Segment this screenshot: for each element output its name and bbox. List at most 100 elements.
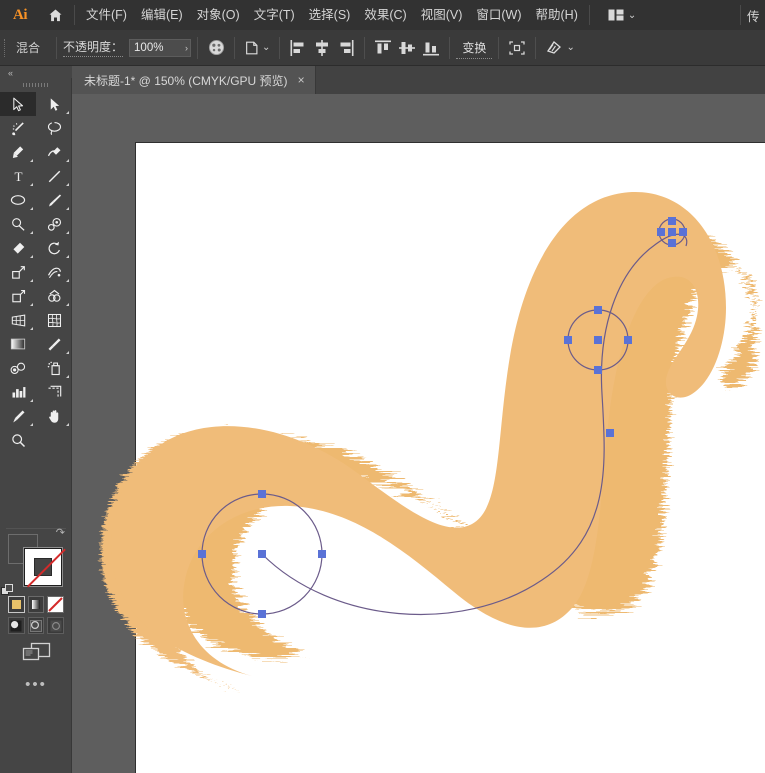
gradient-swatch-inner	[32, 600, 41, 609]
menu-view[interactable]: 视图(V)	[414, 0, 470, 30]
anchor-point	[624, 336, 632, 344]
none-swatch[interactable]	[47, 596, 64, 613]
control-divider-2	[197, 37, 198, 59]
align-vertical-center-button[interactable]	[395, 35, 419, 61]
opacity-dropdown-icon[interactable]: ›	[185, 43, 188, 53]
anchor-point	[668, 217, 676, 225]
align-bottom-button[interactable]	[419, 35, 443, 61]
tool-perspective-grid[interactable]	[0, 308, 36, 332]
document-setup-button[interactable]: ⌄	[241, 35, 273, 61]
gradient-swatch[interactable]	[28, 596, 45, 613]
tool-symbol-sprayer[interactable]	[36, 356, 72, 380]
document-tab[interactable]: 未标题-1* @ 150% (CMYK/GPU 预览) ×	[72, 66, 316, 94]
tool-gradient[interactable]	[0, 332, 36, 356]
tool-mesh[interactable]	[36, 308, 72, 332]
menu-effect[interactable]: 效果(C)	[357, 0, 413, 30]
align-left-icon	[289, 39, 307, 57]
align-left-button[interactable]	[286, 35, 310, 61]
tool-ellipse[interactable]	[0, 188, 36, 212]
tool-rotate[interactable]	[36, 236, 72, 260]
ellipse-icon	[10, 193, 26, 207]
tool-pen[interactable]	[0, 140, 36, 164]
tool-blob-brush[interactable]	[36, 212, 72, 236]
canvas-area[interactable]	[72, 94, 765, 773]
tool-flyout-corner-icon	[66, 207, 69, 210]
tool-flyout-corner-icon	[66, 423, 69, 426]
tool-type[interactable]: T	[0, 164, 36, 188]
draw-inside-icon[interactable]	[47, 617, 64, 634]
tool-width[interactable]	[36, 260, 72, 284]
opacity-input[interactable]: 100% ›	[129, 39, 191, 57]
double-chevron-left-icon[interactable]: «	[8, 68, 11, 78]
align-horizontal-center-button[interactable]	[310, 35, 334, 61]
tool-flyout-corner-icon	[66, 111, 69, 114]
transform-button[interactable]: 变换	[456, 37, 492, 59]
menu-select[interactable]: 选择(S)	[302, 0, 358, 30]
tool-artboard[interactable]	[36, 380, 72, 404]
menu-edit[interactable]: 编辑(E)	[134, 0, 190, 30]
tool-scale[interactable]	[0, 260, 36, 284]
draw-behind-icon[interactable]	[28, 617, 45, 634]
menu-file[interactable]: 文件(F)	[79, 0, 134, 30]
tool-zoom[interactable]	[0, 428, 36, 452]
free-transform-icon	[11, 289, 26, 304]
tool-flyout-corner-icon	[66, 255, 69, 258]
menu-help[interactable]: 帮助(H)	[529, 0, 585, 30]
chevron-down-icon[interactable]: ⌄	[262, 42, 270, 53]
artboard-icon	[47, 385, 62, 400]
fill-stroke-control[interactable]: ↷	[8, 534, 64, 590]
tool-eyedropper[interactable]	[36, 332, 72, 356]
swap-fill-stroke-icon[interactable]: ↷	[56, 528, 65, 539]
tool-blend[interactable]	[0, 356, 36, 380]
draw-normal-icon[interactable]	[8, 617, 25, 634]
control-bar-grip[interactable]	[0, 30, 10, 66]
tool-selection[interactable]	[0, 92, 36, 116]
align-right-button[interactable]	[334, 35, 358, 61]
recolor-artwork-button[interactable]	[204, 35, 228, 61]
chevron-down-icon[interactable]: ⌄	[566, 42, 574, 53]
tool-direct-selection[interactable]	[36, 92, 72, 116]
isolate-selected-button[interactable]	[505, 35, 529, 61]
change-screen-mode-icon[interactable]	[0, 638, 72, 668]
stroke-swatch[interactable]	[24, 548, 62, 586]
color-swatch[interactable]	[8, 596, 25, 613]
lasso-icon	[47, 121, 62, 136]
align-top-button[interactable]	[371, 35, 395, 61]
tool-line-segment[interactable]	[36, 164, 72, 188]
align-bottom-icon	[422, 39, 440, 57]
menu-object[interactable]: 对象(O)	[190, 0, 247, 30]
close-icon[interactable]: ×	[296, 74, 307, 86]
paintbrush-icon	[47, 193, 62, 208]
rotate-icon	[47, 241, 62, 256]
artwork-layer[interactable]	[72, 94, 765, 773]
menu-type[interactable]: 文字(T)	[247, 0, 302, 30]
edit-toolbar-ellipsis-icon[interactable]: •••	[0, 672, 72, 696]
tool-magic-wand[interactable]	[0, 116, 36, 140]
tool-hand[interactable]	[36, 404, 72, 428]
control-divider-8	[535, 37, 536, 59]
menu-window[interactable]: 窗口(W)	[469, 0, 528, 30]
opacity-label[interactable]: 不透明度：	[63, 38, 123, 57]
tool-column-graph[interactable]	[0, 380, 36, 404]
tool-free-transform[interactable]	[0, 284, 36, 308]
tool-curvature[interactable]	[36, 140, 72, 164]
arrange-documents-button[interactable]: ⌄	[602, 0, 642, 30]
blend-icon	[10, 361, 26, 376]
align-horizontal-center-icon	[313, 39, 331, 57]
menubar-clipped-label[interactable]: 传	[747, 6, 765, 25]
anchor-point	[668, 239, 676, 247]
tool-flyout-corner-icon	[66, 303, 69, 306]
align-top-icon	[374, 39, 392, 57]
tool-flyout-corner-icon	[66, 279, 69, 282]
home-icon[interactable]	[40, 0, 70, 30]
chevron-down-icon: ⌄	[628, 10, 636, 21]
tool-shape-builder[interactable]	[36, 284, 72, 308]
tool-slice[interactable]	[0, 404, 36, 428]
tool-eraser[interactable]	[0, 236, 36, 260]
tool-shaper[interactable]	[0, 212, 36, 236]
control-divider-7	[498, 37, 499, 59]
select-similar-button[interactable]: ⌄	[542, 35, 577, 61]
tool-paintbrush[interactable]	[36, 188, 72, 212]
panel-grip-icon[interactable]	[0, 80, 72, 90]
tool-lasso[interactable]	[36, 116, 72, 140]
